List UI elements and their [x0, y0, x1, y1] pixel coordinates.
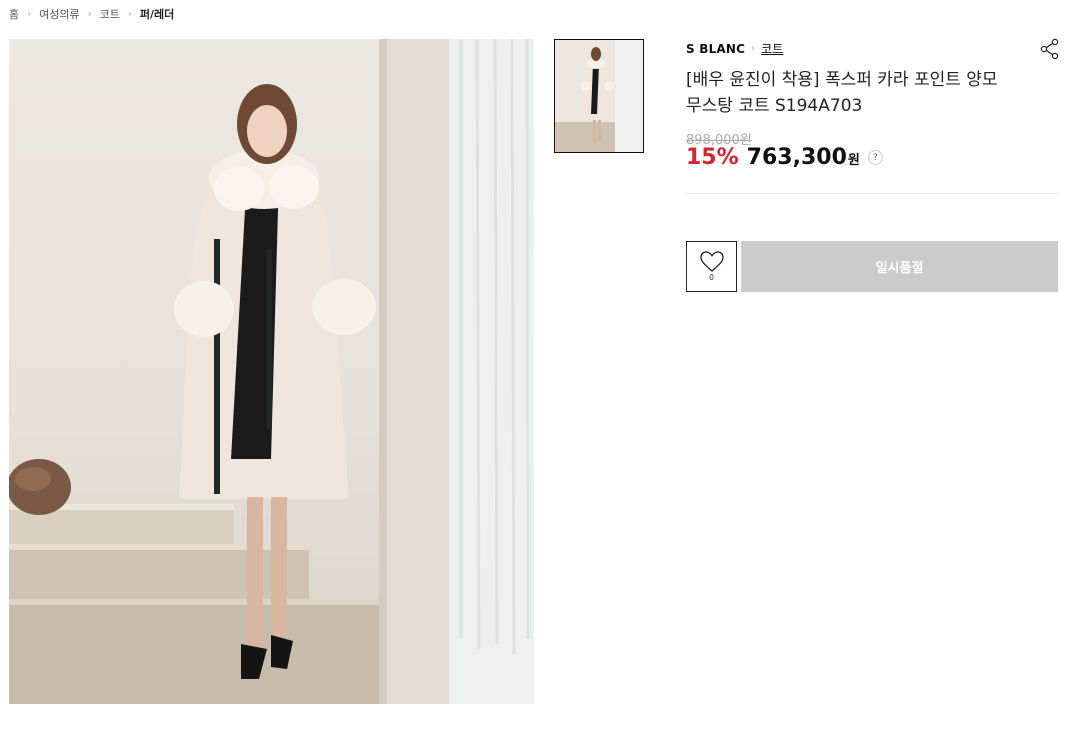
chevron-right-icon: › [27, 8, 32, 20]
soldout-button: 일시품절 [741, 241, 1058, 292]
chevron-right-icon: › [751, 43, 756, 54]
chevron-right-icon: › [127, 8, 132, 20]
share-button[interactable] [1039, 38, 1061, 60]
breadcrumb-coat[interactable]: 코트 [100, 6, 120, 22]
category-link[interactable]: 코트 [761, 40, 783, 57]
heart-icon [699, 251, 724, 272]
chevron-right-icon: › [87, 8, 92, 20]
sale-price: 763,300 [746, 145, 847, 170]
price-help-icon[interactable]: ? [867, 150, 883, 165]
brand-link[interactable]: S BLANC [686, 42, 745, 56]
currency-unit: 원 [847, 153, 860, 168]
share-icon [1040, 38, 1059, 60]
breadcrumb-home[interactable]: 홈 [9, 6, 19, 22]
discount-rate: 15% [686, 145, 739, 170]
product-main-image [9, 39, 534, 704]
wishlist-count: 0 [709, 273, 714, 282]
product-title: [배우 윤진이 착용] 폭스퍼 카라 포인트 양모 무스탕 코트 S194A70… [686, 70, 998, 116]
divider [686, 193, 1058, 194]
breadcrumb-fur-leather[interactable]: 퍼/레더 [140, 6, 174, 22]
breadcrumb-womens-clothing[interactable]: 여성의류 [39, 6, 79, 22]
price-row: 15% 763,300 원 ? [686, 145, 883, 170]
brand-row: S BLANC › 코트 [686, 40, 783, 57]
wishlist-button[interactable]: 0 [686, 241, 737, 292]
product-thumbnail[interactable] [554, 39, 644, 153]
breadcrumb: 홈 › 여성의류 › 코트 › 퍼/레더 [9, 6, 174, 22]
